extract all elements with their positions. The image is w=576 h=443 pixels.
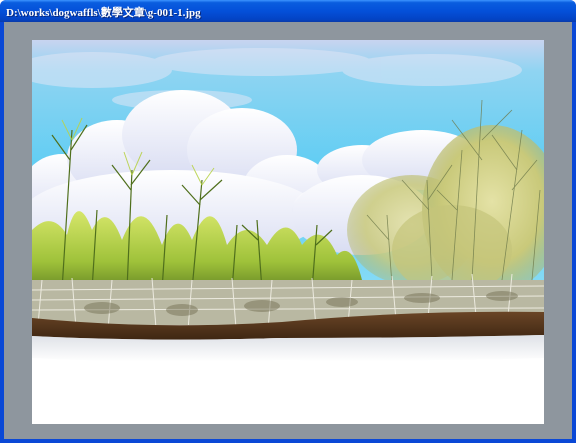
window-title: D:\works\dogwaffls\數學文章\g-001-1.jpg (6, 7, 201, 19)
ground-shadow (32, 335, 544, 362)
landscape-painting (32, 40, 544, 424)
landscape-image (32, 40, 544, 424)
title-bar[interactable]: D:\works\dogwaffls\數學文章\g-001-1.jpg (0, 0, 576, 22)
window-border-right (572, 22, 576, 443)
window-border-bottom (0, 439, 576, 443)
viewer-client-area (4, 22, 572, 439)
image-viewer-window: D:\works\dogwaffls\數學文章\g-001-1.jpg (0, 0, 576, 443)
